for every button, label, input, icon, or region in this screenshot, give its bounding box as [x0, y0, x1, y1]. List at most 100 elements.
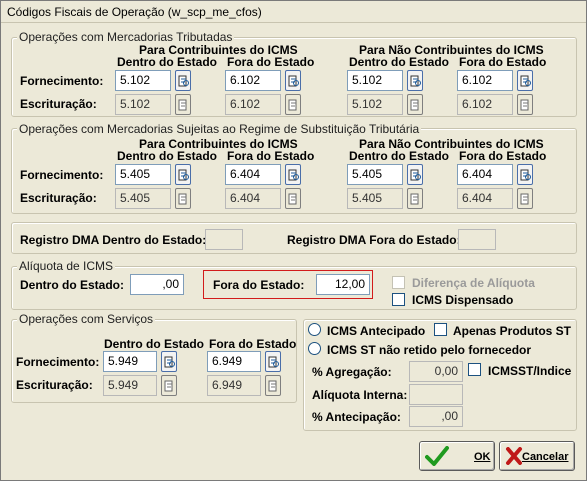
lookup-button[interactable]	[517, 70, 533, 91]
lookup-button-disabled	[517, 94, 533, 115]
st-forn-contrib-dentro-input[interactable]: 5.405	[115, 164, 171, 185]
lookup-button-disabled	[407, 188, 423, 209]
icms-dispensado-label: ICMS Dispensado	[412, 293, 514, 307]
lookup-button-disabled	[161, 375, 177, 396]
apenas-produtos-st-label: Apenas Produtos ST	[453, 324, 572, 338]
serv-forn-dentro-input[interactable]: 5.949	[103, 351, 157, 372]
header-fora-1: Fora do Estado	[227, 55, 315, 69]
dma-fora-field	[458, 229, 496, 250]
group-servicos-title: Operações com Serviços	[17, 312, 156, 326]
lookup-button[interactable]	[285, 164, 301, 185]
lookup-button[interactable]	[265, 351, 281, 372]
antecipacao-label: % Antecipação:	[312, 410, 401, 424]
header-dentro-1: Dentro do Estado	[117, 149, 218, 163]
cancel-button-label: Cancelar	[522, 451, 569, 463]
escrituracao-label: Escrituração:	[20, 191, 97, 205]
lookup-icon	[410, 75, 421, 87]
lookup-icon	[288, 193, 297, 205]
icms-st-nao-retido-radio[interactable]	[308, 342, 321, 355]
lookup-button-disabled	[175, 94, 191, 115]
lookup-button[interactable]	[161, 351, 177, 372]
lookup-icon	[178, 75, 189, 87]
aliquota-dentro-label: Dentro do Estado:	[20, 278, 124, 292]
cancel-button[interactable]: Cancelar	[499, 441, 575, 471]
header-dentro-servicos: Dentro do Estado	[104, 337, 205, 351]
lookup-icon	[410, 193, 419, 205]
lookup-icon	[288, 99, 297, 111]
lookup-button[interactable]	[407, 70, 423, 91]
icms-st-nao-retido-label: ICMS ST não retido pelo fornecedor	[327, 343, 532, 357]
trib-forn-contrib-dentro-input[interactable]: 5.102	[115, 70, 171, 91]
lookup-icon	[288, 169, 299, 181]
lookup-button[interactable]	[175, 164, 191, 185]
st-escr-contrib-dentro-field: 5.405	[115, 188, 171, 209]
lookup-icon	[520, 99, 529, 111]
lookup-icon	[288, 75, 299, 87]
lookup-button[interactable]	[285, 70, 301, 91]
st-forn-naocontrib-fora-input[interactable]: 6.404	[457, 164, 513, 185]
dma-dentro-label: Registro DMA Dentro do Estado:	[20, 233, 207, 247]
fornecimento-label: Fornecimento:	[20, 74, 104, 88]
trib-forn-contrib-fora-input[interactable]: 6.102	[225, 70, 281, 91]
lookup-icon	[268, 380, 277, 392]
lookup-icon	[268, 356, 279, 368]
checkmark-icon	[425, 446, 449, 466]
window-title: Códigos Fiscais de Operação (w_scp_me_cf…	[7, 5, 262, 19]
header-fora-2: Fora do Estado	[459, 149, 547, 163]
group-tributadas-title: Operações com Mercadorias Tributadas	[17, 30, 235, 44]
lookup-icon	[178, 99, 187, 111]
lookup-icon	[164, 356, 175, 368]
header-dentro-2: Dentro do Estado	[349, 149, 450, 163]
icmsst-indice-checkbox[interactable]	[468, 363, 481, 376]
lookup-icon	[164, 380, 173, 392]
header-fora-2: Fora do Estado	[459, 55, 547, 69]
dma-fora-label: Registro DMA Fora do Estado:	[287, 233, 461, 247]
agregacao-label: % Agregação:	[312, 365, 392, 379]
st-forn-naocontrib-dentro-input[interactable]: 5.405	[347, 164, 403, 185]
servicos-fornecimento-label: Fornecimento:	[16, 355, 100, 369]
group-st-title: Operações com Mercadorias Sujeitas ao Re…	[17, 122, 422, 136]
lookup-icon	[410, 99, 419, 111]
trib-escr-naocontrib-dentro-field: 5.102	[347, 94, 403, 115]
antecipacao-field: ,00	[409, 406, 463, 427]
trib-forn-naocontrib-dentro-input[interactable]: 5.102	[347, 70, 403, 91]
aliquota-dentro-input[interactable]: ,00	[130, 274, 184, 295]
st-forn-contrib-fora-input[interactable]: 6.404	[225, 164, 281, 185]
icms-antecipado-radio[interactable]	[308, 323, 321, 336]
lookup-icon	[520, 193, 529, 205]
icms-antecipado-label: ICMS Antecipado	[327, 324, 426, 338]
dma-dentro-field	[205, 229, 243, 250]
serv-escr-fora-field: 6.949	[207, 375, 261, 396]
lookup-button[interactable]	[407, 164, 423, 185]
header-dentro-1: Dentro do Estado	[117, 55, 218, 69]
lookup-button-disabled	[285, 188, 301, 209]
serv-forn-fora-input[interactable]: 6.949	[207, 351, 261, 372]
diferenca-aliquota-checkbox[interactable]	[392, 276, 405, 289]
title-bar: Códigos Fiscais de Operação (w_scp_me_cf…	[1, 1, 586, 23]
serv-escr-dentro-field: 5.949	[103, 375, 157, 396]
icms-dispensado-checkbox[interactable]	[392, 293, 405, 306]
icmsst-indice-label: ICMSST/Indice	[488, 364, 572, 378]
header-fora-1: Fora do Estado	[227, 149, 315, 163]
group-aliquota-title: Alíquota de ICMS	[17, 259, 116, 273]
aliquota-fora-label: Fora do Estado:	[213, 278, 305, 292]
agregacao-field: 0,00	[409, 361, 463, 382]
trib-escr-contrib-fora-field: 6.102	[225, 94, 281, 115]
ok-button[interactable]: OK	[419, 441, 495, 471]
aliquota-fora-input[interactable]: 12,00	[316, 274, 370, 295]
aliquota-interna-label: Alíquota Interna:	[312, 388, 408, 402]
trib-escr-naocontrib-fora-field: 6.102	[457, 94, 513, 115]
lookup-icon	[178, 193, 187, 205]
close-x-icon	[506, 447, 522, 465]
servicos-escrituracao-label: Escrituração:	[16, 378, 93, 392]
lookup-icon	[520, 169, 531, 181]
lookup-button[interactable]	[517, 164, 533, 185]
apenas-produtos-st-checkbox[interactable]	[434, 323, 447, 336]
fornecimento-label: Fornecimento:	[20, 168, 104, 182]
header-fora-servicos: Fora do Estado	[209, 337, 297, 351]
st-escr-naocontrib-dentro-field: 5.405	[347, 188, 403, 209]
trib-forn-naocontrib-fora-input[interactable]: 6.102	[457, 70, 513, 91]
lookup-button[interactable]	[175, 70, 191, 91]
dialog-window: Códigos Fiscais de Operação (w_scp_me_cf…	[0, 0, 587, 481]
lookup-button-disabled	[265, 375, 281, 396]
